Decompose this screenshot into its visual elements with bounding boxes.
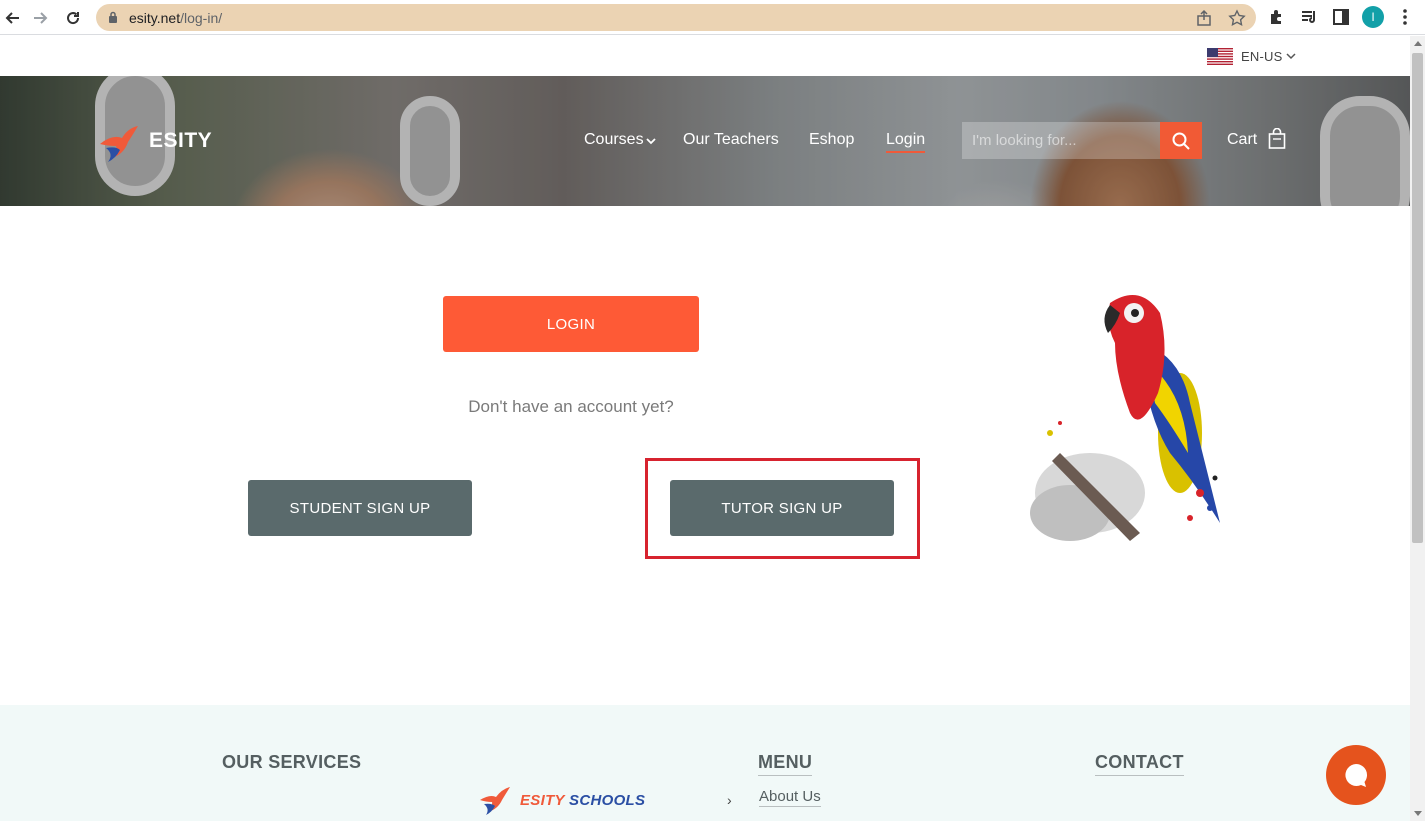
- esity-schools-logo-text[interactable]: ESITY SCHOOLS: [520, 792, 645, 809]
- extensions-icon[interactable]: [1268, 8, 1286, 26]
- us-flag-icon[interactable]: [1207, 48, 1233, 65]
- profile-avatar[interactable]: I: [1362, 6, 1384, 28]
- back-icon[interactable]: [0, 6, 24, 30]
- language-bar: EN-US: [0, 36, 1410, 76]
- url-text: esity.net/log-in/: [129, 10, 222, 26]
- footer-link-about-us[interactable]: About Us: [759, 788, 821, 807]
- chevron-down-icon[interactable]: [646, 137, 656, 145]
- nav-courses[interactable]: Courses: [584, 131, 644, 149]
- esity-schools-logo-icon[interactable]: [478, 786, 512, 816]
- no-account-text: Don't have an account yet?: [468, 397, 674, 416]
- footer-heading-services: OUR SERVICES: [222, 752, 362, 772]
- nav-login[interactable]: Login: [886, 131, 926, 153]
- esity-logo-icon[interactable]: [98, 124, 140, 164]
- scroll-down-arrow-icon[interactable]: [1414, 811, 1422, 816]
- logo-text-schools: SCHOOLS: [569, 792, 646, 809]
- footer: [0, 705, 1410, 821]
- scroll-up-arrow-icon[interactable]: [1414, 41, 1422, 46]
- more-menu-icon[interactable]: [1396, 8, 1414, 26]
- search-icon: [1172, 132, 1190, 150]
- parrot-illustration: [1030, 295, 1220, 541]
- scroll-thumb[interactable]: [1412, 53, 1423, 543]
- media-control-icon[interactable]: [1300, 8, 1318, 26]
- login-button[interactable]: LOGIN: [443, 296, 699, 352]
- nav-eshop[interactable]: Eshop: [809, 131, 854, 149]
- browser-toolbar: esity.net/log-in/ I: [0, 0, 1425, 35]
- reload-icon[interactable]: [61, 6, 85, 30]
- chevron-down-icon[interactable]: [1286, 52, 1296, 60]
- page-scrollbar[interactable]: [1410, 36, 1425, 821]
- search-input[interactable]: [962, 122, 1160, 159]
- chevron-right-icon: ›: [727, 792, 732, 808]
- student-signup-button[interactable]: STUDENT SIGN UP: [248, 480, 472, 536]
- headphone-shape: [400, 96, 460, 206]
- chat-widget-button[interactable]: [1326, 745, 1386, 805]
- lock-icon: [109, 11, 117, 23]
- forward-icon[interactable]: [29, 6, 53, 30]
- nav-our-teachers[interactable]: Our Teachers: [683, 131, 779, 149]
- cart-link[interactable]: Cart: [1227, 131, 1257, 149]
- chat-bubble-icon: [1345, 764, 1368, 787]
- url-host: esity.net: [129, 10, 181, 26]
- star-icon[interactable]: [1228, 9, 1246, 27]
- logo-text-esity: ESITY: [520, 792, 565, 809]
- address-bar[interactable]: esity.net/log-in/: [96, 4, 1256, 31]
- search-button[interactable]: [1160, 122, 1202, 159]
- side-panel-icon[interactable]: [1332, 8, 1350, 26]
- brand-name[interactable]: ESITY: [149, 129, 212, 153]
- footer-heading-menu: MENU: [758, 752, 813, 776]
- headphone-shape: [1320, 96, 1410, 206]
- highlight-box: [645, 458, 920, 559]
- footer-heading-contact: CONTACT: [1095, 752, 1184, 776]
- share-icon[interactable]: [1196, 9, 1214, 27]
- url-path: /log-in/: [180, 10, 223, 26]
- language-selector[interactable]: EN-US: [1241, 49, 1282, 64]
- shopping-bag-icon[interactable]: [1268, 128, 1286, 149]
